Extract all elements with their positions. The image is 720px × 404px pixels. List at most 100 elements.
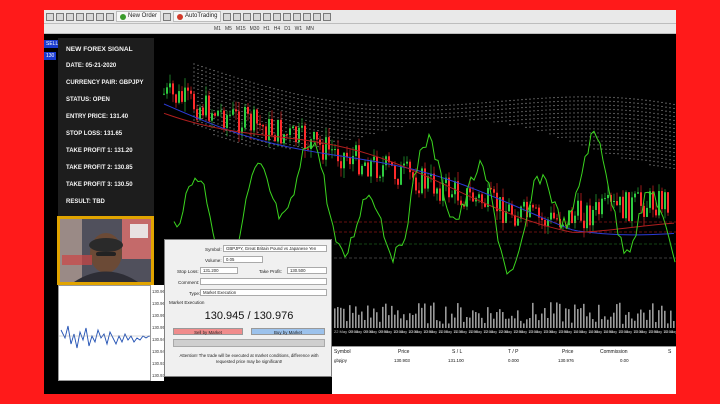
cloud-dot	[353, 127, 355, 129]
cloud-dot	[541, 105, 543, 107]
timeframe-w1[interactable]: W1	[295, 26, 303, 32]
candle-body	[376, 156, 378, 178]
cloud-dot	[545, 109, 547, 111]
col-swap[interactable]: S	[668, 349, 671, 355]
timeframe-m30[interactable]: M30	[250, 26, 260, 32]
line-chart-icon[interactable]	[243, 12, 252, 21]
cloud-dot	[637, 102, 639, 104]
candle-body	[367, 162, 369, 177]
terminal-icon[interactable]	[96, 12, 104, 21]
data-window-icon[interactable]	[76, 12, 84, 21]
timeframe-m5[interactable]: M5	[225, 26, 232, 32]
timeframe-m1[interactable]: M1	[214, 26, 221, 32]
timeframe-mn[interactable]: MN	[306, 26, 314, 32]
col-sl[interactable]: S / L	[452, 349, 462, 355]
cloud-dot	[501, 104, 503, 106]
zoom-out-icon[interactable]	[263, 12, 272, 21]
templates-icon[interactable]	[323, 12, 332, 21]
candlestick-icon[interactable]	[233, 12, 242, 21]
cloud-dot	[565, 100, 567, 102]
cloud-dot	[233, 88, 235, 90]
buy-by-market-button[interactable]: Buy by Market	[251, 328, 325, 335]
symbol-select[interactable]: GBPJPY, Great Britain Pound vs Japanese …	[223, 245, 327, 252]
new-order-button[interactable]: New Order	[116, 11, 162, 22]
tick-chart-line	[59, 325, 163, 349]
cloud-dot	[641, 135, 643, 137]
autotrading-button[interactable]: AutoTrading	[173, 11, 222, 22]
timeframe-h4[interactable]: H4	[274, 26, 280, 32]
cloud-dot	[613, 100, 615, 103]
cloud-dot	[229, 87, 231, 89]
col-tp[interactable]: T / P	[508, 349, 518, 355]
cloud-dot	[309, 104, 311, 106]
new-chart-icon[interactable]	[46, 12, 54, 21]
cloud-dot	[429, 121, 431, 123]
cloud-dot	[625, 109, 627, 111]
cloud-dot	[657, 125, 659, 127]
candle-body	[289, 128, 291, 136]
col-symbol[interactable]: Symbol	[334, 349, 351, 355]
cloud-dot	[673, 135, 675, 138]
candle-body	[259, 123, 261, 126]
navigator-icon[interactable]	[86, 12, 94, 21]
volume-bar	[469, 317, 471, 328]
period-icon[interactable]	[313, 12, 322, 21]
profiles-icon[interactable]	[56, 12, 64, 21]
cloud-dot	[673, 155, 675, 158]
timeframe-d1[interactable]: D1	[284, 26, 290, 32]
cloud-dot	[641, 99, 643, 101]
col-price[interactable]: Price	[398, 349, 409, 355]
cloud-dot	[309, 96, 311, 98]
sell-by-market-button[interactable]: Sell by Market	[173, 328, 243, 335]
cloud-dot	[545, 101, 547, 103]
col-current-price[interactable]: Price	[562, 349, 573, 355]
autoscroll-icon[interactable]	[293, 12, 302, 21]
cloud-dot	[509, 108, 511, 110]
cloud-dot	[337, 105, 339, 107]
stop-loss-field[interactable]: 131.200	[200, 267, 238, 274]
cloud-dot	[617, 113, 619, 115]
volume-field[interactable]: 0.05	[223, 256, 263, 263]
tile-windows-icon[interactable]	[273, 12, 282, 21]
col-commission[interactable]: Commission	[600, 349, 628, 355]
comment-field[interactable]	[200, 278, 327, 285]
timeframe-m15[interactable]: M15	[236, 26, 246, 32]
volume-bar	[673, 320, 675, 328]
strategy-tester-icon[interactable]	[106, 12, 114, 21]
cloud-dot	[653, 100, 655, 102]
cloud-dot	[653, 112, 655, 114]
candle-body	[418, 190, 420, 194]
time-axis-label: 22 May 16:35	[664, 329, 676, 334]
cloud-dot	[617, 101, 619, 103]
cell-price: 130.903	[394, 358, 410, 363]
timeframe-h1[interactable]: H1	[263, 26, 269, 32]
metaeditor-icon[interactable]	[163, 12, 172, 21]
cloud-dot	[197, 84, 199, 86]
cloud-dot	[645, 139, 647, 141]
cloud-dot	[593, 100, 595, 102]
cloud-dot	[509, 116, 511, 118]
cloud-dot	[373, 112, 375, 115]
market-watch-icon[interactable]	[66, 12, 74, 21]
bar-chart-icon[interactable]	[223, 12, 232, 21]
type-select[interactable]: Market Execution	[200, 289, 327, 296]
zoom-in-icon[interactable]	[253, 12, 262, 21]
cloud-dot	[253, 90, 255, 92]
cloud-dot	[261, 132, 263, 135]
cloud-dot	[613, 152, 615, 155]
cloud-dot	[497, 113, 499, 115]
indicators-icon[interactable]	[303, 12, 312, 21]
cloud-dot	[265, 89, 267, 92]
cloud-dot	[453, 104, 455, 106]
cloud-dot	[389, 121, 391, 123]
chart-shift-icon[interactable]	[283, 12, 292, 21]
cloud-dot	[329, 136, 331, 138]
cloud-dot	[605, 136, 607, 138]
new-order-label: New Order	[128, 13, 158, 19]
cloud-dot	[225, 97, 227, 100]
cloud-dot	[229, 83, 231, 85]
cloud-dot	[209, 88, 211, 90]
cloud-dot	[381, 105, 383, 107]
cloud-dot	[653, 104, 655, 106]
take-profit-field[interactable]: 130.500	[287, 267, 327, 274]
